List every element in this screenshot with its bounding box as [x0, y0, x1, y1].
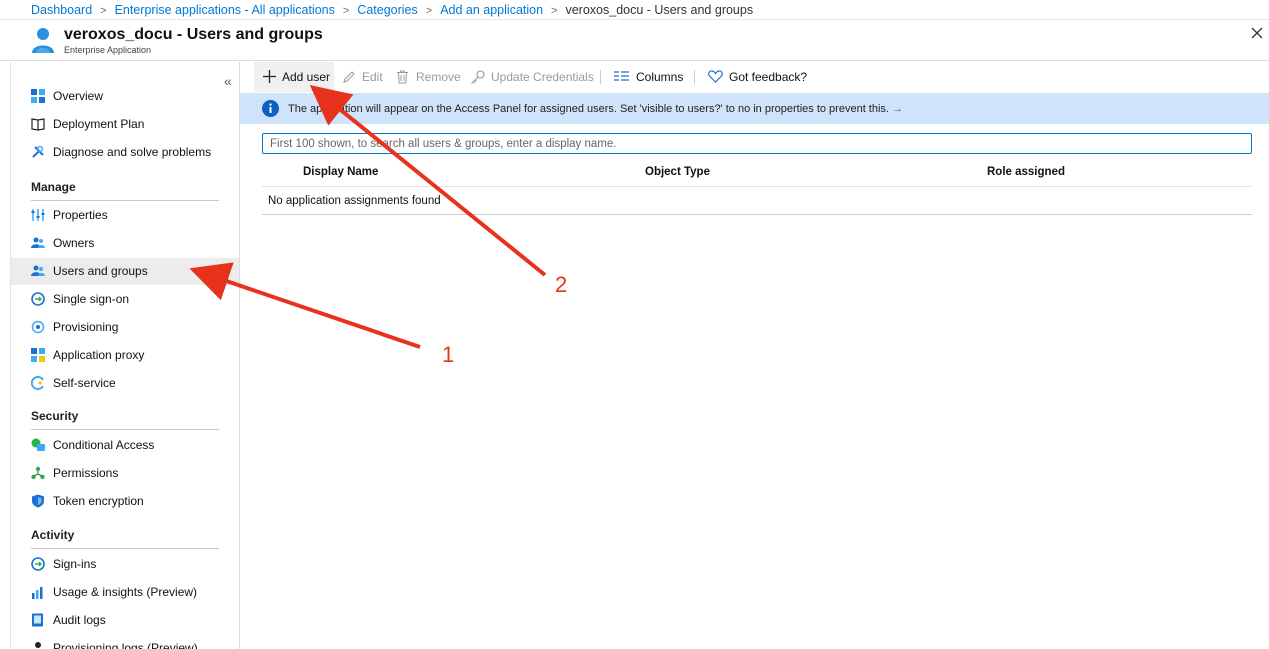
annotation-arrow-2 — [309, 84, 547, 277]
annotation-arrow-1 — [189, 262, 421, 349]
annotation-overlay — [189, 84, 547, 349]
annotation-label-2: 2 — [555, 272, 568, 297]
annotation-label-1: 1 — [442, 342, 455, 367]
